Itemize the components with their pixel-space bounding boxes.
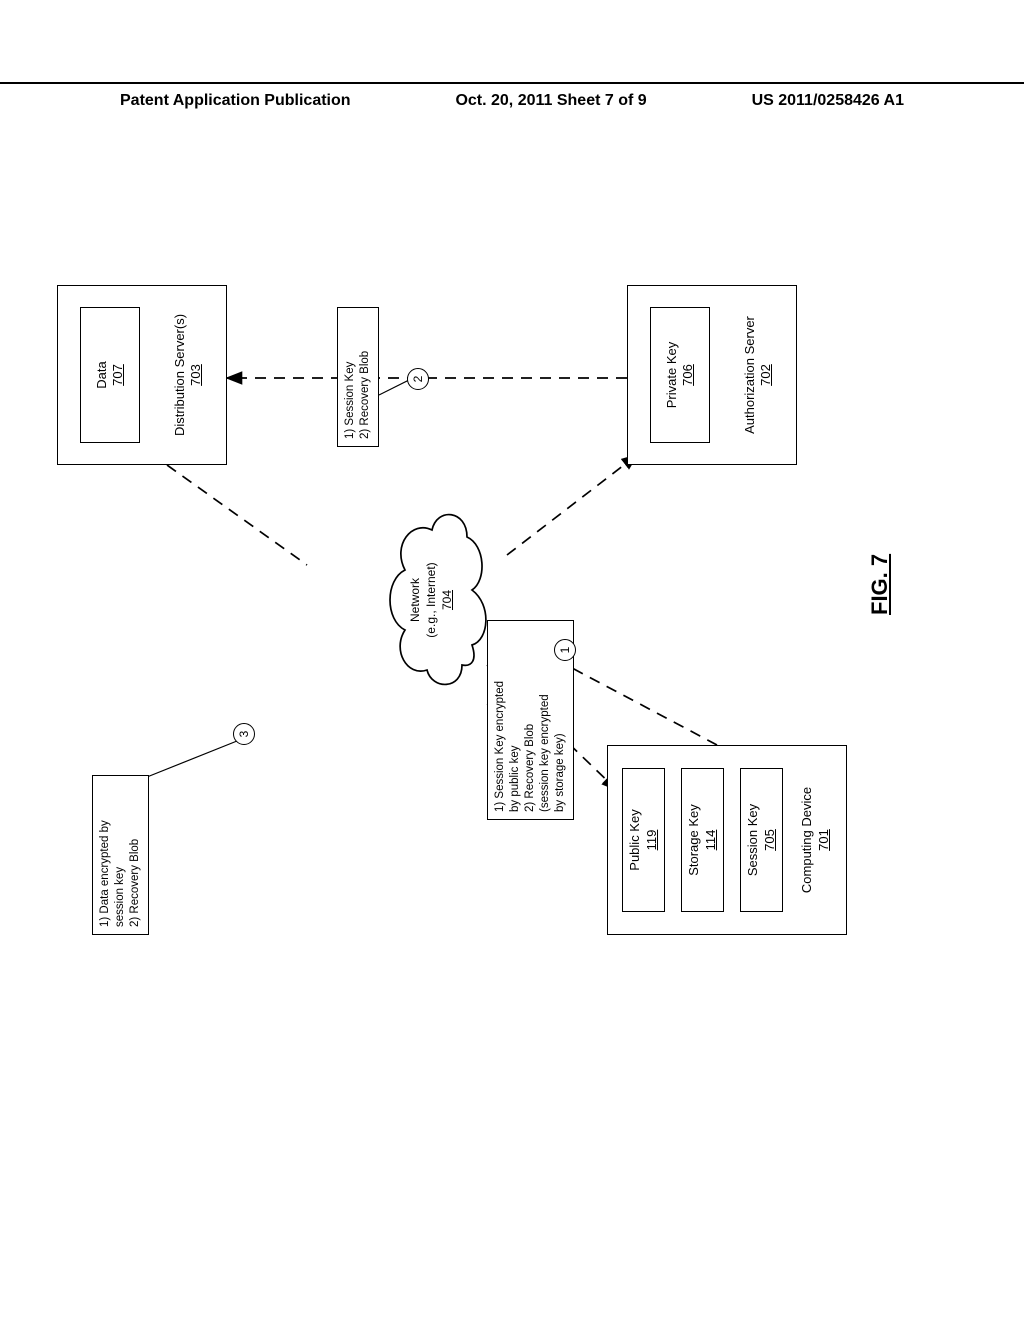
session-key-box: Session Key 705	[740, 768, 783, 912]
header-left: Patent Application Publication	[120, 92, 351, 110]
session-key-ref: 705	[762, 829, 778, 851]
network-cloud: Network (e.g., Internet) 704	[377, 505, 497, 695]
figure-label: FIG. 7	[867, 554, 893, 615]
authorization-server-box: Private Key 706 Authorization Server 702	[627, 285, 797, 465]
storage-key-label: Storage Key	[686, 804, 702, 876]
data-ref: 707	[110, 364, 126, 386]
computing-device-label: Computing Device 701	[799, 787, 832, 893]
computing-device-box: Public Key 119 Storage Key 114 Session K…	[607, 745, 847, 935]
network-sub: (e.g., Internet)	[424, 562, 438, 637]
public-key-ref: 119	[644, 830, 660, 851]
annotation-step-2: 1) Session Key 2) Recovery Blob	[337, 307, 379, 447]
annotation-step-3: 1) Data encrypted by session key 2) Reco…	[92, 775, 149, 935]
step-2-circle: 2	[407, 368, 429, 390]
computing-device-ref: 701	[816, 829, 831, 851]
distribution-server-label: Distribution Server(s) 703	[172, 314, 205, 436]
public-key-label: Public Key	[627, 809, 643, 870]
step-3-circle: 3	[233, 723, 255, 745]
distribution-server-box: Data 707 Distribution Server(s) 703	[57, 285, 227, 465]
distribution-server-ref: 703	[188, 364, 203, 386]
public-key-box: Public Key 119	[622, 768, 665, 912]
step-1-circle: 1	[554, 639, 576, 661]
figure-7-diagram: Public Key 119 Storage Key 114 Session K…	[17, 275, 887, 955]
session-key-label: Session Key	[745, 804, 761, 876]
storage-key-ref: 114	[703, 830, 719, 851]
authorization-server-ref: 702	[758, 364, 773, 386]
header-right: US 2011/0258426 A1	[752, 92, 904, 110]
header-center: Oct. 20, 2011 Sheet 7 of 9	[455, 92, 646, 110]
network-ref: 704	[440, 590, 454, 610]
network-label: Network	[408, 578, 422, 622]
data-label: Data	[94, 361, 110, 388]
data-box: Data 707	[80, 307, 140, 443]
authorization-server-label: Authorization Server 702	[742, 316, 775, 434]
private-key-ref: 706	[680, 364, 696, 386]
network-text: Network (e.g., Internet) 704	[407, 505, 456, 695]
private-key-box: Private Key 706	[650, 307, 710, 443]
private-key-label: Private Key	[664, 342, 680, 408]
storage-key-box: Storage Key 114	[681, 768, 724, 912]
page-header: Patent Application Publication Oct. 20, …	[0, 82, 1024, 110]
